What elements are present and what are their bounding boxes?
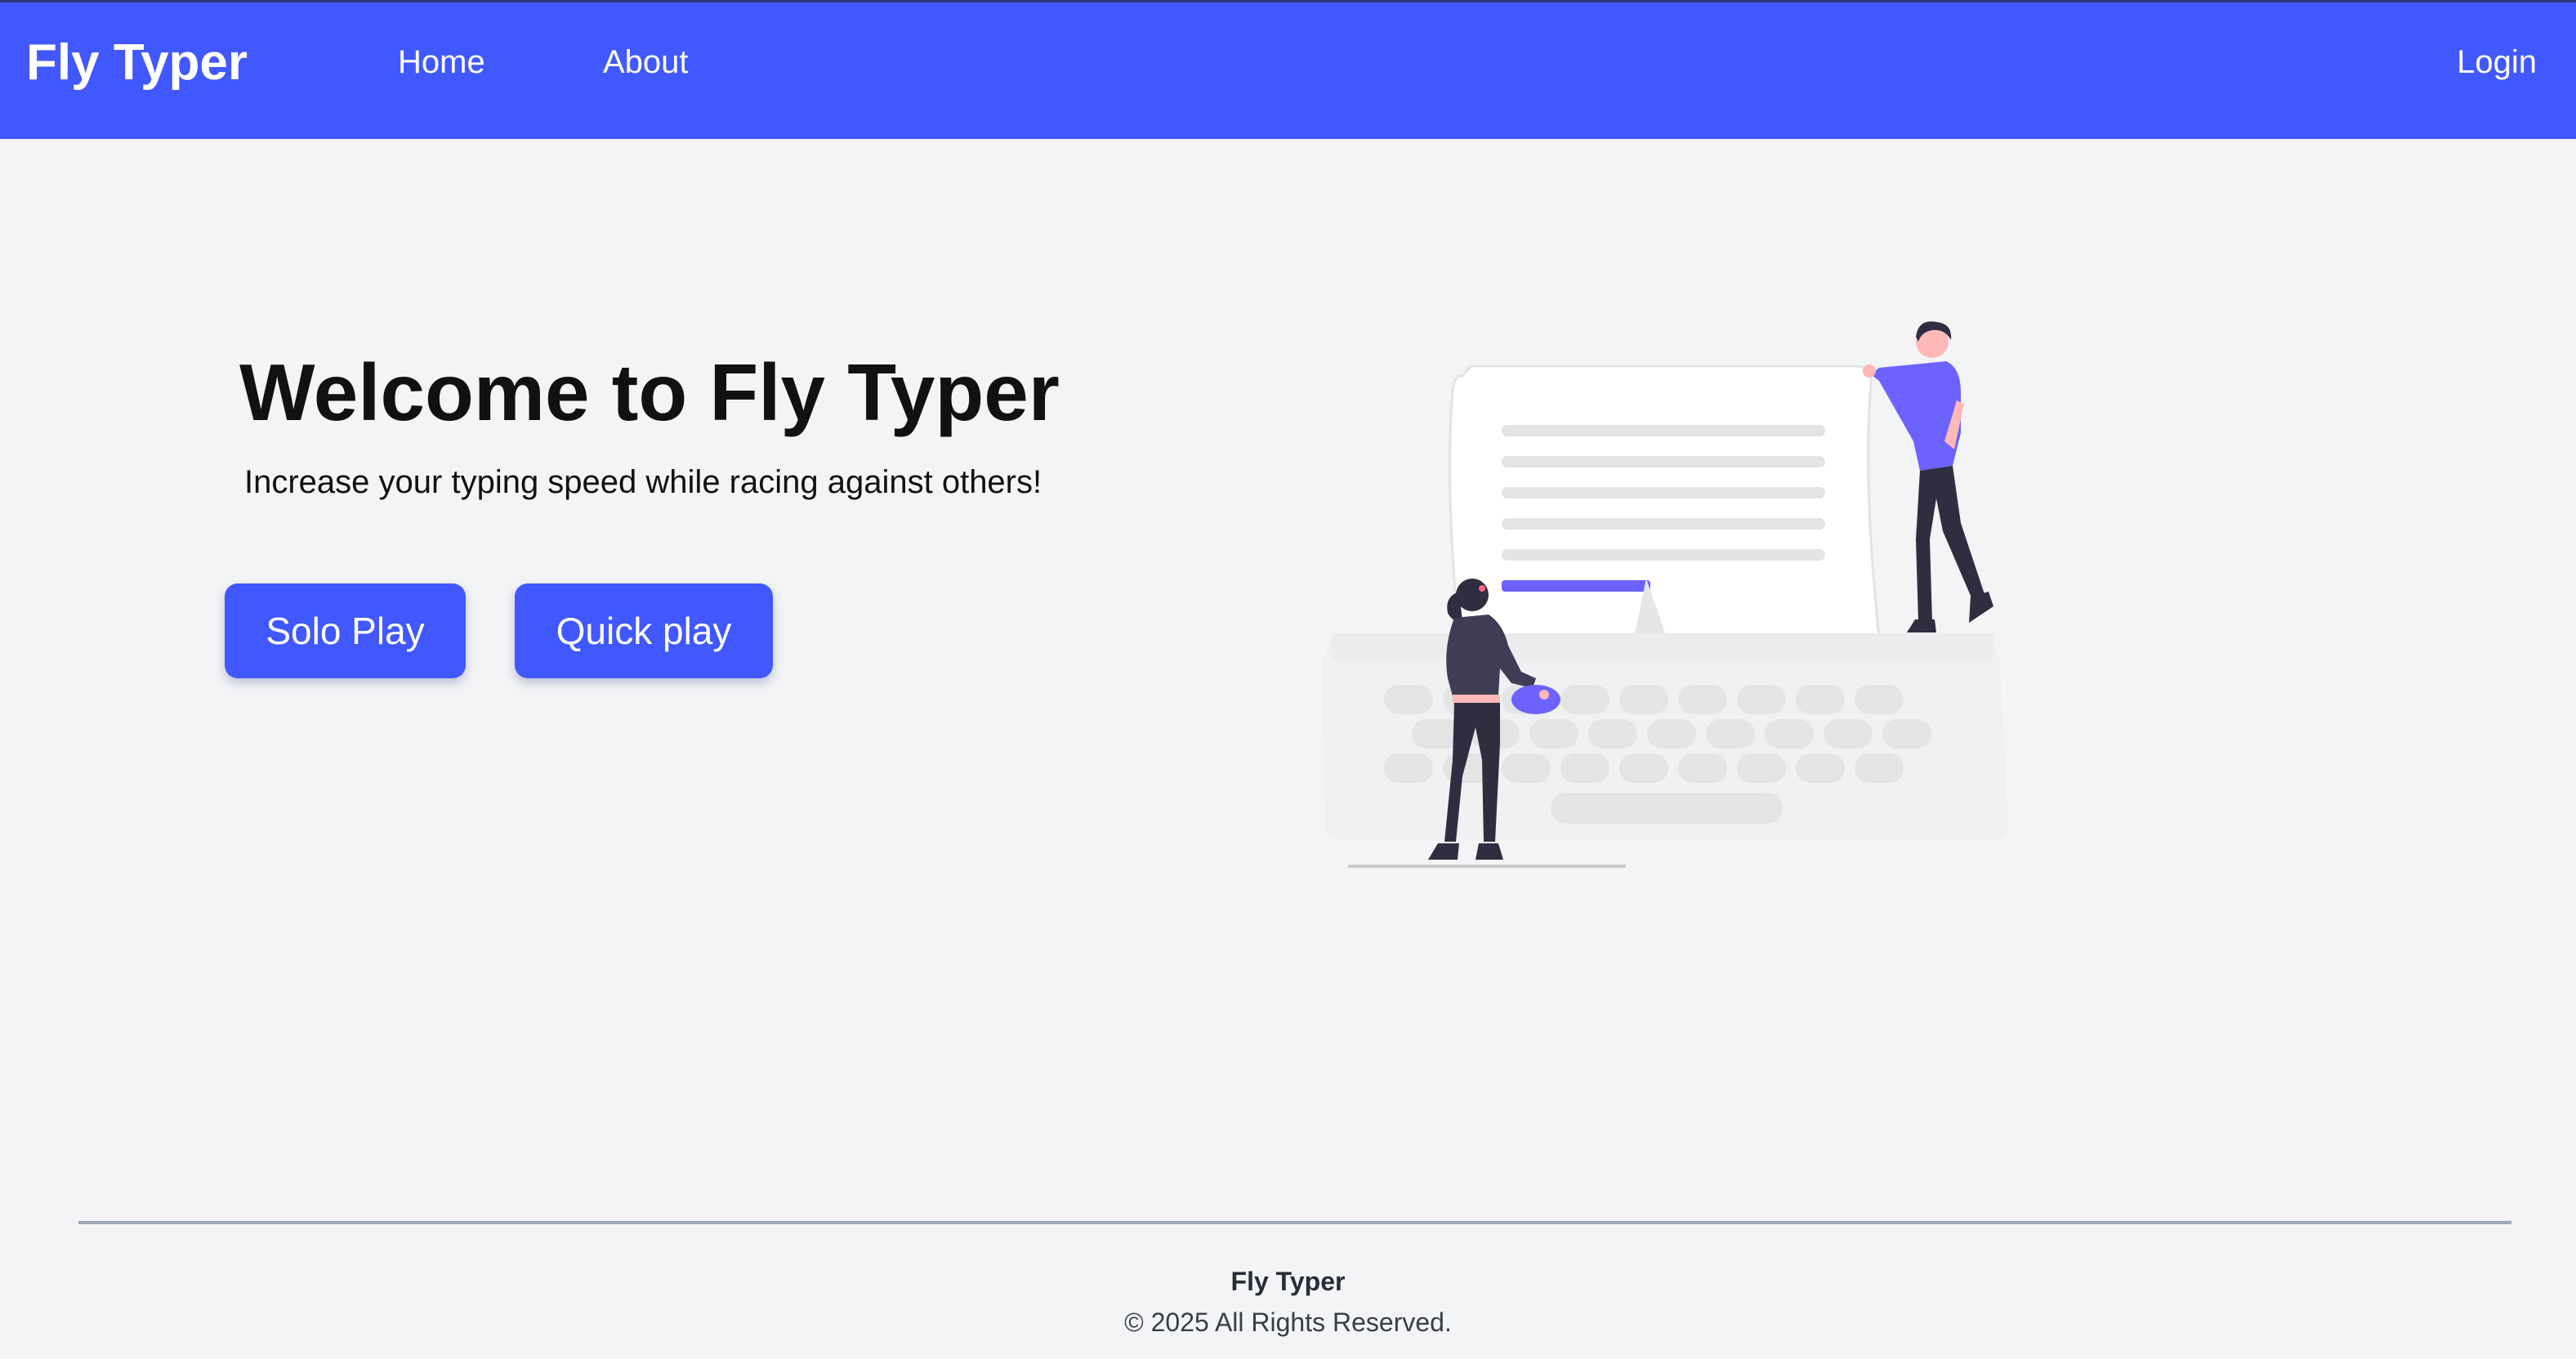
man-figure xyxy=(1863,321,1993,633)
paper-line xyxy=(1502,549,1825,561)
ground-line xyxy=(1348,865,1626,868)
solo-play-button[interactable]: Solo Play xyxy=(225,583,466,678)
page: Fly Typer Home About Login Welcome to Fl… xyxy=(0,0,2576,1359)
typewriter-people-illustration xyxy=(1319,321,2011,868)
footer-brand: Fly Typer xyxy=(1230,1267,1346,1296)
hero-subtitle: Increase your typing speed while racing … xyxy=(244,464,1042,500)
footer-copyright: © 2025 All Rights Reserved. xyxy=(1124,1308,1452,1337)
footer-divider xyxy=(78,1221,2511,1224)
hero-title: Welcome to Fly Typer xyxy=(239,347,1060,437)
quick-play-button[interactable]: Quick play xyxy=(515,583,773,678)
paper-line xyxy=(1502,487,1825,498)
paper-progress-line xyxy=(1502,580,1650,592)
paper-sheet xyxy=(1448,364,1881,639)
navbar: Fly Typer Home About Login xyxy=(0,0,2576,139)
nav-link-about[interactable]: About xyxy=(603,42,689,83)
login-link[interactable]: Login xyxy=(2457,42,2537,83)
paper-line xyxy=(1502,425,1825,436)
brand-logo[interactable]: Fly Typer xyxy=(26,34,248,92)
nav-link-home[interactable]: Home xyxy=(398,42,485,83)
paper-line xyxy=(1502,456,1825,467)
paper-line xyxy=(1502,518,1825,530)
typewriter-top-rim xyxy=(1332,633,1993,659)
